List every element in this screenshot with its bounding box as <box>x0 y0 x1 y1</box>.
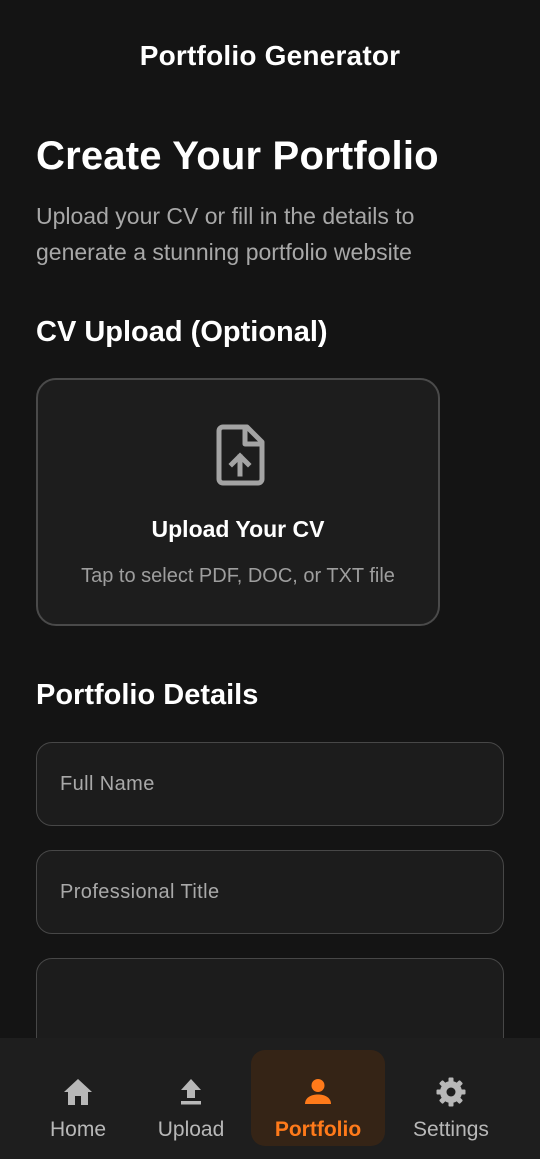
nav-label-settings: Settings <box>413 1118 489 1141</box>
bottom-navigation: Home Upload Portfolio Settings <box>0 1038 540 1159</box>
home-icon <box>64 1079 92 1105</box>
nav-label-portfolio: Portfolio <box>274 1118 362 1141</box>
nav-label-upload: Upload <box>157 1118 225 1141</box>
nav-item-settings[interactable]: Settings <box>396 1050 506 1146</box>
full-name-input[interactable] <box>37 743 503 825</box>
bio-textarea[interactable] <box>37 959 503 1038</box>
upload-icon <box>181 1079 201 1105</box>
nav-item-home[interactable]: Home <box>28 1050 128 1146</box>
nav-item-upload[interactable]: Upload <box>141 1050 241 1146</box>
page-subtitle: Upload your CV or fill in the details to… <box>36 203 415 265</box>
nav-item-portfolio[interactable]: Portfolio <box>251 1050 385 1146</box>
full-name-field[interactable] <box>36 742 504 826</box>
app-bar: Portfolio Generator <box>0 0 540 112</box>
bio-field[interactable] <box>36 958 504 1038</box>
nav-label-home: Home <box>49 1118 107 1141</box>
portfolio-details-section-title: Portfolio Details <box>36 679 259 711</box>
page-title: Create Your Portfolio <box>36 134 439 178</box>
upload-card-title: Upload Your CV <box>151 516 325 542</box>
cv-upload-card[interactable]: Upload Your CV Tap to select PDF, DOC, o… <box>36 378 440 626</box>
person-icon <box>305 1079 331 1104</box>
professional-title-input[interactable] <box>37 851 503 933</box>
upload-card-hint: Tap to select PDF, DOC, or TXT file <box>81 565 395 587</box>
gear-icon <box>436 1077 466 1107</box>
cv-upload-section-title: CV Upload (Optional) <box>36 316 328 348</box>
professional-title-field[interactable] <box>36 850 504 934</box>
file-upload-icon <box>216 424 265 486</box>
app-bar-title: Portfolio Generator <box>139 40 401 71</box>
main-content: Create Your Portfolio Upload your CV or … <box>0 112 540 1038</box>
